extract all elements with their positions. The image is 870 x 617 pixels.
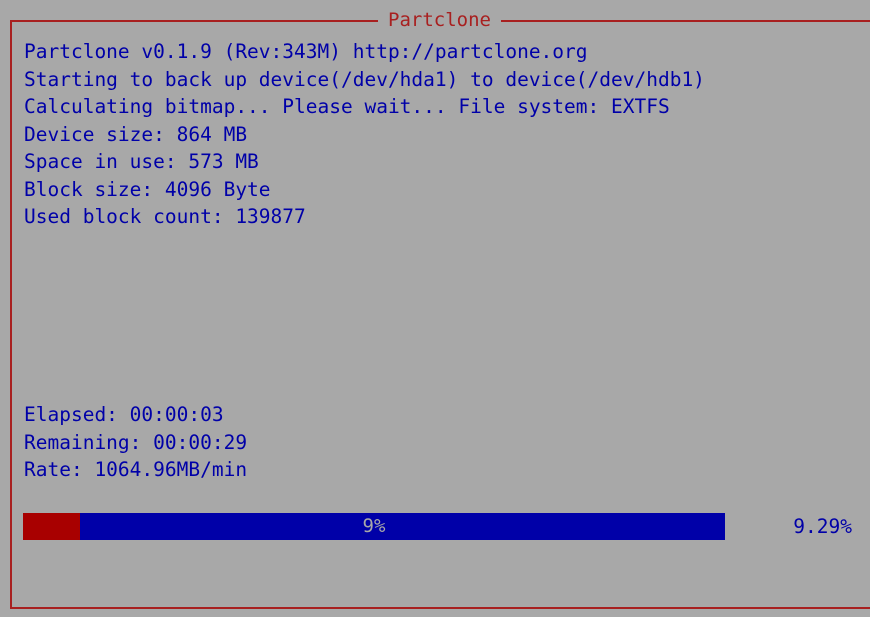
log-output: Partclone v0.1.9 (Rev:343M) http://partc… xyxy=(24,38,705,231)
progress-stats: Elapsed: 00:00:03 Remaining: 00:00:29 Ra… xyxy=(24,401,247,484)
progress-percent: 9.29% xyxy=(793,515,852,538)
bitmap-status-line: Calculating bitmap... Please wait... Fil… xyxy=(24,95,670,118)
progress-bar-label: 9% xyxy=(362,515,386,537)
dialog-title: Partclone xyxy=(378,8,501,32)
used-block-count-line: Used block count: 139877 xyxy=(24,205,306,228)
transfer-rate: Rate: 1064.96MB/min xyxy=(24,458,248,481)
remaining-time: Remaining: 00:00:29 xyxy=(24,430,248,454)
progress-bar: 9% xyxy=(23,513,725,540)
device-size-line: Device size: 864 MB xyxy=(24,122,248,146)
block-size-line: Block size: 4096 Byte xyxy=(24,177,271,201)
space-in-use-line: Space in use: 573 MB xyxy=(24,150,259,173)
version-line: Partclone v0.1.9 (Rev:343M) http://partc… xyxy=(24,40,588,63)
elapsed-time: Elapsed: 00:00:03 xyxy=(24,403,224,426)
backup-source-target-line: Starting to back up device(/dev/hda1) to… xyxy=(24,67,705,91)
